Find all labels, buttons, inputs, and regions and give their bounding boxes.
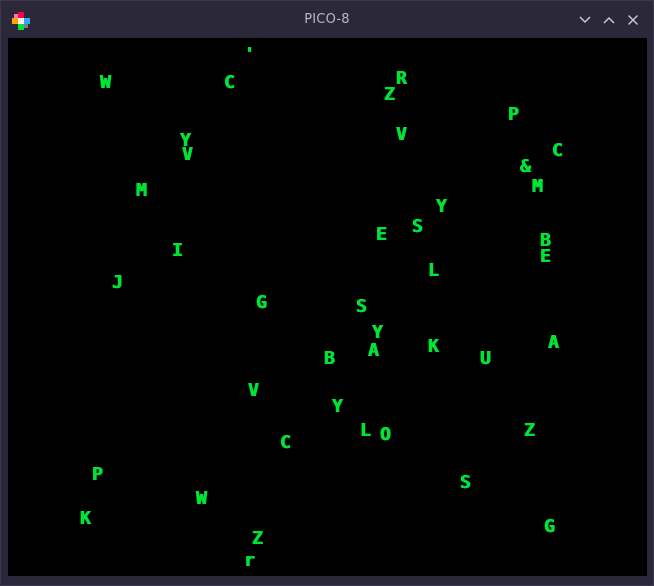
falling-char-glyph: P [507,104,519,125]
falling-char-glyph: P [91,464,103,485]
falling-char-glyph: M [135,180,147,201]
falling-char-glyph: S [355,296,367,317]
falling-char-glyph: Z [251,528,263,549]
window-title: PICO-8 [304,12,350,27]
falling-char-glyph: R [395,68,407,89]
falling-char-glyph: E [375,224,387,245]
falling-char-glyph: L [359,420,371,441]
falling-char-glyph: G [543,516,555,537]
title-bar[interactable]: PICO-8 [1,1,653,37]
maximize-icon[interactable] [601,12,617,28]
falling-char-glyph: C [223,72,235,93]
falling-char-glyph: U [479,348,491,369]
falling-char-glyph: & [519,156,531,177]
falling-char-glyph: M [531,176,543,197]
falling-char-glyph: A [367,340,379,361]
falling-char-glyph: I [171,240,183,261]
falling-char-glyph: O [379,424,391,445]
falling-char-glyph: W [99,72,111,93]
falling-char-glyph: G [255,292,267,313]
falling-char-glyph: Z [383,84,395,105]
falling-char-glyph: E [539,246,551,267]
falling-char-glyph: B [323,348,335,369]
falling-char-glyph: S [411,216,423,237]
falling-char-glyph: K [427,336,439,357]
falling-char-glyph: ' [243,44,255,65]
falling-char-glyph: K [79,508,91,529]
falling-char-glyph: J [111,272,123,293]
falling-char-glyph: Y [435,196,447,217]
minimize-icon[interactable] [577,12,593,28]
falling-char-glyph: C [551,140,563,161]
falling-char-glyph: V [181,144,193,165]
falling-char-glyph: Y [331,396,343,417]
falling-char-glyph: C [279,432,291,453]
falling-char-glyph: A [547,332,559,353]
falling-char-glyph: r [243,550,255,571]
falling-char-glyph: V [395,124,407,145]
falling-char-glyph: V [247,380,259,401]
falling-char-glyph: S [459,472,471,493]
close-icon[interactable] [625,12,641,28]
falling-char-glyph: Z [523,420,535,441]
falling-char-glyph: L [427,260,439,281]
game-screen[interactable]: ' W C R Z P V Y V C & M M Y E S B E I L J G S Y A K A B U V Y L O Z C P S W K G… [8,38,647,576]
pico8-window: PICO-8 ' W C R Z P V Y V C & M M Y E S B E I L J G S Y A K A B U V Y L O… [0,0,654,586]
falling-char-glyph: W [195,488,207,509]
